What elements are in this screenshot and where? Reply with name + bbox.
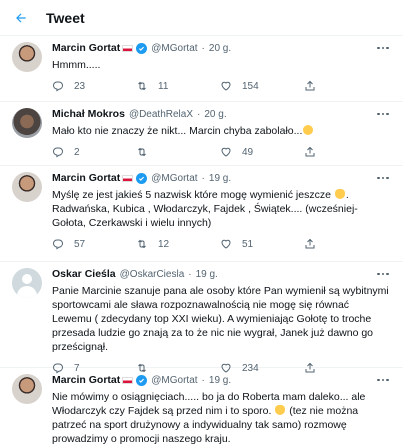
poland-flag-icon: [122, 175, 134, 182]
reply-button[interactable]: 2: [52, 146, 136, 158]
reply-button[interactable]: 23: [52, 80, 136, 92]
user-handle[interactable]: @MGortat: [151, 172, 197, 185]
tweet-header: Michał Mokros @DeathRelaX · 20 g.: [52, 108, 227, 121]
tweet-header: Oskar Cieśla @OskarCiesla · 19 g.: [52, 268, 218, 281]
tweet-header: Marcin Gortat @MGortat · 19 g.: [52, 374, 232, 387]
share-button[interactable]: [304, 146, 366, 158]
share-button[interactable]: [304, 238, 366, 250]
heart-icon: [221, 239, 231, 249]
tweet-text: Panie Marcinie szanuje pana ale osoby kt…: [52, 285, 389, 353]
user-handle[interactable]: @DeathRelaX: [129, 108, 193, 121]
reply-button[interactable]: 57: [52, 238, 136, 250]
avatar[interactable]: [12, 374, 42, 404]
timestamp[interactable]: 20 g.: [209, 42, 231, 55]
display-name[interactable]: Marcin Gortat: [52, 374, 120, 387]
tweet-text-container: Myślę ze jest jakieś 5 nazwisk które mog…: [52, 188, 391, 230]
page-title: Tweet: [46, 9, 85, 26]
tweet-text-container: Nie mówimy o osiągnięciach..... bo ja do…: [52, 390, 391, 446]
display-name[interactable]: Marcin Gortat: [52, 172, 120, 185]
share-icon: [305, 238, 315, 249]
retweet-button[interactable]: 12: [136, 238, 220, 250]
share-button[interactable]: [304, 80, 366, 92]
tweet[interactable]: Marcin Gortat @MGortat · 20 g. Hmmm.....…: [0, 36, 403, 102]
reply-icon: [52, 147, 64, 158]
retweet-button[interactable]: 11: [136, 80, 220, 92]
ok-hand-icon: [334, 189, 345, 199]
tweet[interactable]: Michał Mokros @DeathRelaX · 20 g. Mało k…: [0, 102, 403, 166]
share-icon: [305, 146, 315, 157]
poland-flag-icon: [122, 377, 134, 384]
user-handle[interactable]: @MGortat: [151, 374, 197, 387]
like-button[interactable]: 51: [220, 238, 304, 250]
retweet-count: 12: [158, 238, 170, 250]
tweet-actions: 2 49: [52, 142, 391, 162]
avatar[interactable]: [12, 42, 42, 72]
verified-badge-icon: [136, 173, 148, 184]
user-handle[interactable]: @OskarCiesla: [120, 268, 185, 281]
tweet[interactable]: Oskar Cieśla @OskarCiesla · 19 g. Panie …: [0, 262, 403, 374]
more-icon[interactable]: [375, 268, 391, 280]
reply-icon: [52, 81, 64, 92]
more-icon[interactable]: [375, 108, 391, 120]
avatar[interactable]: [12, 268, 42, 298]
back-button[interactable]: [14, 11, 28, 25]
display-name[interactable]: Oskar Cieśla: [52, 268, 116, 281]
tweet-text: Hmmm.....: [52, 59, 101, 71]
tweet-actions: 57 12 51: [52, 234, 391, 254]
tweet-actions: 23 11 154: [52, 76, 391, 96]
more-icon[interactable]: [375, 172, 391, 184]
user-handle[interactable]: @MGortat: [151, 42, 197, 55]
ok-hand-icon: [275, 405, 286, 415]
tweet-thread: Marcin Gortat @MGortat · 20 g. Hmmm.....…: [0, 36, 403, 448]
retweet-icon: [138, 147, 146, 157]
timestamp[interactable]: 19 g.: [209, 374, 231, 387]
reply-count: 57: [74, 238, 86, 250]
tweet-text: Mało kto nie znaczy że nikt... Marcin ch…: [52, 125, 303, 137]
display-name[interactable]: Marcin Gortat: [52, 42, 120, 55]
avatar[interactable]: [12, 172, 42, 202]
reply-icon: [52, 239, 64, 250]
tweet-text-container: Mało kto nie znaczy że nikt... Marcin ch…: [52, 124, 391, 138]
tweet[interactable]: Marcin Gortat @MGortat · 19 g. Nie mówim…: [0, 368, 403, 448]
tweet-header: Marcin Gortat @MGortat · 20 g.: [52, 42, 232, 55]
retweet-button[interactable]: [136, 146, 220, 158]
arrow-left-icon: [16, 13, 26, 22]
heart-icon: [221, 81, 231, 91]
tweet-header: Marcin Gortat @MGortat · 19 g.: [52, 172, 232, 185]
retweet-count: 11: [158, 80, 169, 92]
share-icon: [305, 80, 315, 91]
retweet-icon: [138, 81, 146, 91]
poland-flag-icon: [122, 45, 134, 52]
tweet-text: Myślę ze jest jakieś 5 nazwisk które mog…: [52, 189, 331, 201]
timestamp[interactable]: 20 g.: [204, 108, 226, 121]
like-count: 154: [242, 80, 259, 92]
winking-face-icon: [303, 125, 314, 135]
reply-count: 2: [74, 146, 80, 158]
verified-badge-icon: [136, 43, 148, 54]
heart-icon: [221, 147, 231, 157]
tweet[interactable]: Marcin Gortat @MGortat · 19 g. Myślę ze …: [0, 166, 403, 262]
timestamp[interactable]: 19 g.: [196, 268, 218, 281]
like-count: 51: [242, 238, 254, 250]
like-button[interactable]: 154: [220, 80, 304, 92]
display-name[interactable]: Michał Mokros: [52, 108, 125, 121]
like-count: 49: [242, 146, 254, 158]
avatar[interactable]: [12, 108, 42, 138]
retweet-icon: [138, 239, 146, 249]
more-icon[interactable]: [375, 374, 391, 386]
verified-badge-icon: [136, 375, 148, 386]
more-icon[interactable]: [375, 42, 391, 54]
top-bar: Tweet: [0, 0, 403, 36]
like-button[interactable]: 49: [220, 146, 304, 158]
timestamp[interactable]: 19 g.: [209, 172, 231, 185]
reply-count: 23: [74, 80, 86, 92]
